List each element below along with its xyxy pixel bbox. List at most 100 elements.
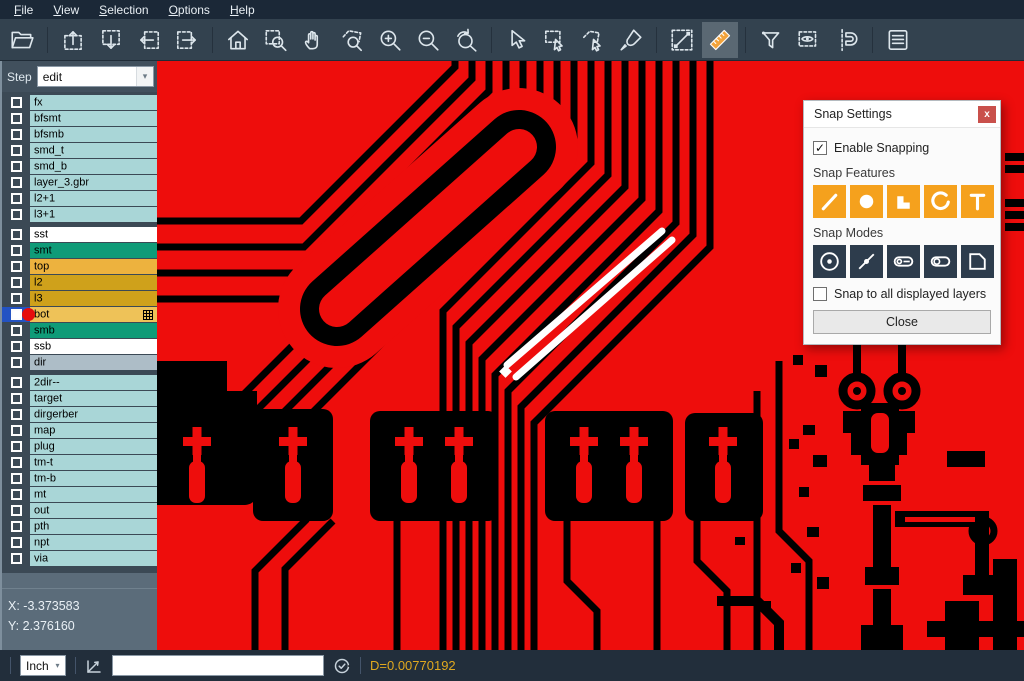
layer-label[interactable]: l2	[30, 275, 157, 290]
layer-visibility-checkbox[interactable]	[2, 471, 30, 486]
report-button[interactable]	[880, 22, 916, 58]
view-visibility-button[interactable]	[791, 22, 827, 58]
layer-visibility-checkbox[interactable]	[2, 291, 30, 306]
layer-visibility-checkbox[interactable]	[2, 323, 30, 338]
layer-label[interactable]: map	[30, 423, 157, 438]
dialog-close-icon[interactable]: x	[978, 106, 996, 123]
pan-up-button[interactable]	[55, 22, 91, 58]
menu-selection[interactable]: Selection	[89, 1, 158, 19]
select-rect-button[interactable]	[537, 22, 573, 58]
pan-right-button[interactable]	[169, 22, 205, 58]
filter-button[interactable]	[753, 22, 789, 58]
layer-label[interactable]: layer_3.gbr	[30, 175, 157, 190]
select-arrow-button[interactable]	[499, 22, 535, 58]
select-brush-button[interactable]	[613, 22, 649, 58]
snap-pad-button[interactable]	[850, 185, 883, 218]
apply-check-icon[interactable]	[333, 657, 351, 675]
zoom-out-button[interactable]	[410, 22, 446, 58]
layer-label[interactable]: bfsmb	[30, 127, 157, 142]
layer-visibility-checkbox[interactable]	[2, 175, 30, 190]
layer-label[interactable]: smt	[30, 243, 157, 258]
layer-label[interactable]: smd_t	[30, 143, 157, 158]
mode-center-button[interactable]	[813, 245, 846, 278]
layer-visibility-checkbox[interactable]	[2, 339, 30, 354]
gerber-canvas[interactable]: Snap Settings x ✓ Enable Snapping Snap F…	[157, 61, 1024, 650]
layer-visibility-checkbox[interactable]	[2, 95, 30, 110]
layer-label[interactable]: mt	[30, 487, 157, 502]
layer-visibility-checkbox[interactable]	[2, 111, 30, 126]
layer-visibility-checkbox[interactable]	[2, 207, 30, 222]
mode-contour-button[interactable]	[961, 245, 994, 278]
layer-label[interactable]: ssb	[30, 339, 157, 354]
layer-label[interactable]: bot	[30, 307, 157, 322]
layer-label[interactable]: 2dir--	[30, 375, 157, 390]
step-select[interactable]: edit ▾	[37, 66, 154, 87]
layer-label[interactable]: l3	[30, 291, 157, 306]
pan-left-button[interactable]	[131, 22, 167, 58]
layer-visibility-checkbox[interactable]	[2, 275, 30, 290]
snap-magnet-button[interactable]	[829, 22, 865, 58]
snap-surface-button[interactable]	[887, 185, 920, 218]
menu-options[interactable]: Options	[159, 1, 220, 19]
layer-label[interactable]: out	[30, 503, 157, 518]
layer-label[interactable]: via	[30, 551, 157, 566]
unit-select[interactable]: Inch ▾	[20, 655, 66, 676]
close-button[interactable]: Close	[813, 310, 991, 334]
layer-visibility-checkbox[interactable]	[2, 191, 30, 206]
zoom-window-button[interactable]	[258, 22, 294, 58]
layer-label[interactable]: dir	[30, 355, 157, 370]
layer-visibility-checkbox[interactable]	[2, 127, 30, 142]
snap-arc-button[interactable]	[924, 185, 957, 218]
open-folder-button[interactable]	[4, 22, 40, 58]
layer-visibility-checkbox[interactable]	[2, 487, 30, 502]
measure-ruler-button[interactable]	[702, 22, 738, 58]
zoom-in-button[interactable]	[372, 22, 408, 58]
layer-visibility-checkbox[interactable]	[2, 439, 30, 454]
snap-all-layers-checkbox[interactable]	[813, 287, 827, 301]
menu-view[interactable]: View	[43, 1, 89, 19]
layer-visibility-checkbox[interactable]	[2, 423, 30, 438]
zoom-previous-button[interactable]	[448, 22, 484, 58]
zoom-polygon-button[interactable]	[334, 22, 370, 58]
layer-visibility-checkbox[interactable]	[2, 503, 30, 518]
layer-label[interactable]: npt	[30, 535, 157, 550]
layer-label[interactable]: fx	[30, 95, 157, 110]
measure-line-button[interactable]	[664, 22, 700, 58]
mode-closest-button[interactable]	[850, 245, 883, 278]
layer-label[interactable]: top	[30, 259, 157, 274]
layer-visibility-checkbox[interactable]	[2, 455, 30, 470]
mode-slot-right-button[interactable]	[924, 245, 957, 278]
home-button[interactable]	[220, 22, 256, 58]
layer-label[interactable]: pth	[30, 519, 157, 534]
pan-hand-button[interactable]	[296, 22, 332, 58]
layer-visibility-checkbox[interactable]	[2, 375, 30, 390]
snap-text-button[interactable]	[961, 185, 994, 218]
layer-label[interactable]: sst	[30, 227, 157, 242]
layer-visibility-checkbox[interactable]	[2, 259, 30, 274]
measure-input[interactable]	[112, 655, 324, 676]
layer-visibility-checkbox[interactable]	[2, 227, 30, 242]
pan-down-button[interactable]	[93, 22, 129, 58]
layer-label[interactable]: plug	[30, 439, 157, 454]
mode-slot-left-button[interactable]	[887, 245, 920, 278]
layer-visibility-checkbox[interactable]	[2, 535, 30, 550]
layer-visibility-checkbox[interactable]	[2, 551, 30, 566]
layer-label[interactable]: smd_b	[30, 159, 157, 174]
snap-line-button[interactable]	[813, 185, 846, 218]
layer-visibility-checkbox[interactable]	[2, 391, 30, 406]
layer-label[interactable]: l2+1	[30, 191, 157, 206]
layer-visibility-checkbox[interactable]	[2, 159, 30, 174]
layer-label[interactable]: target	[30, 391, 157, 406]
layer-visibility-checkbox[interactable]	[2, 519, 30, 534]
menu-file[interactable]: File	[4, 1, 43, 19]
layer-label[interactable]: tm-t	[30, 455, 157, 470]
layer-label[interactable]: tm-b	[30, 471, 157, 486]
layer-label[interactable]: smb	[30, 323, 157, 338]
layer-label[interactable]: dirgerber	[30, 407, 157, 422]
enable-snapping-checkbox[interactable]: ✓	[813, 141, 827, 155]
layer-visibility-checkbox[interactable]	[2, 143, 30, 158]
layer-visibility-checkbox[interactable]	[2, 355, 30, 370]
layer-label[interactable]: l3+1	[30, 207, 157, 222]
layer-visibility-checkbox[interactable]	[2, 243, 30, 258]
menu-help[interactable]: Help	[220, 1, 265, 19]
